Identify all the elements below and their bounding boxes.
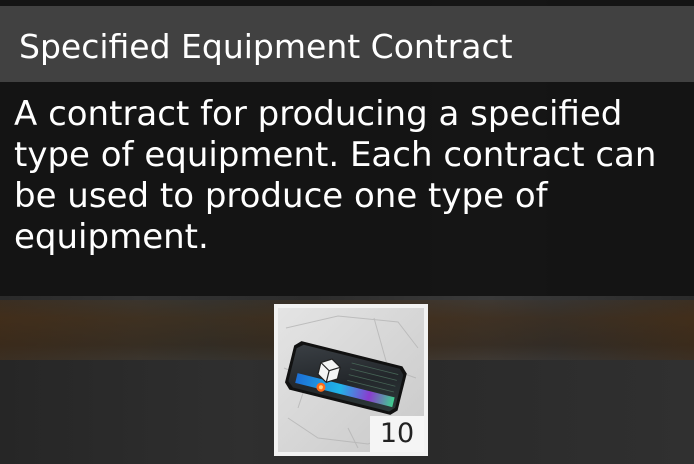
item-title: Specified Equipment Contract: [19, 27, 513, 66]
item-count-badge: 10: [370, 416, 424, 452]
item-tooltip-panel: Specified Equipment Contract A contract …: [0, 0, 694, 296]
item-description: A contract for producing a specified typ…: [14, 94, 657, 257]
item-slot[interactable]: 10: [274, 304, 428, 456]
